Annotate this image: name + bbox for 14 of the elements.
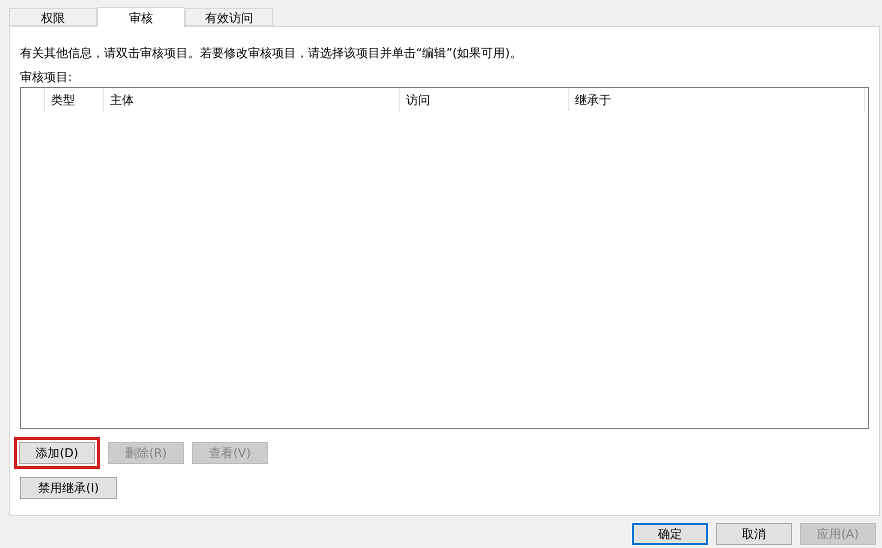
- tab[interactable]: 审核: [97, 7, 185, 27]
- column-header[interactable]: 主体: [104, 89, 400, 111]
- audit-list[interactable]: 类型 主体 访问 继承于: [20, 87, 869, 429]
- action-button[interactable]: 添加(D): [19, 442, 95, 464]
- info-text: 有关其他信息，请双击审核项目。若要修改审核项目，请选择该项目并单击“编辑”(如果可用)。: [20, 45, 523, 62]
- column-header[interactable]: 继承于: [569, 89, 865, 111]
- tab[interactable]: 有效访问: [185, 8, 273, 26]
- dialog-button[interactable]: 确定: [632, 523, 708, 545]
- dialog-button[interactable]: 取消: [716, 523, 792, 545]
- list-label: 审核项目:: [20, 69, 74, 85]
- column-header[interactable]: 类型: [45, 89, 104, 111]
- tab[interactable]: 权限: [9, 8, 97, 26]
- column-header[interactable]: 访问: [400, 89, 569, 111]
- disable-inheritance-button[interactable]: 禁用继承(I): [20, 477, 117, 499]
